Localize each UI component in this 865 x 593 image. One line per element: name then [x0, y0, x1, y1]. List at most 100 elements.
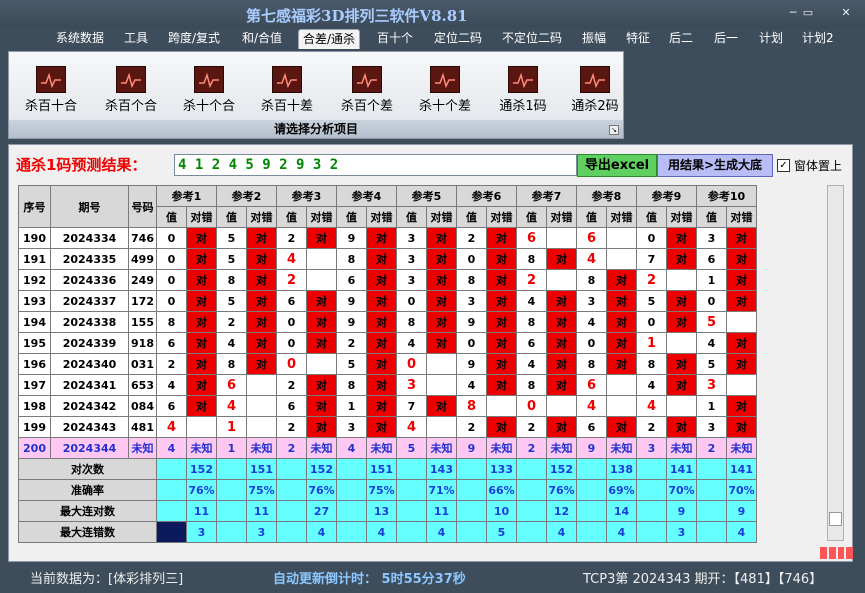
ref-value: 0 — [396, 353, 427, 375]
table-row[interactable]: 193 2024337 172 0 对 5 对 6 对 9 对 0 对 3 对 4 对 3 对 5 对 0 对 — [18, 290, 757, 312]
stats-spacer — [576, 500, 607, 522]
current-row[interactable]: 200 2024344 未知 4 未知 1 未知 2 未知 4 未知 5 未知 9 未知 2 未知 9 未知 3 未知 2… — [18, 437, 757, 459]
ref-header-5[interactable]: 参考5 — [396, 185, 457, 207]
ref-result — [546, 395, 577, 417]
ref-result — [546, 227, 577, 249]
ref-header-4[interactable]: 参考4 — [336, 185, 397, 207]
ref-value: 4 — [696, 332, 727, 354]
table-row[interactable]: 194 2024338 155 8 对 2 对 0 对 9 对 8 对 9 对 8 对 4 对 0 对 5 — [18, 311, 757, 333]
export-excel-button[interactable]: 导出excel — [577, 154, 657, 177]
value-header: 值 — [696, 206, 727, 228]
ribbon-button-2[interactable]: 杀百个合 — [93, 66, 169, 114]
ref-value: 2 — [276, 416, 307, 438]
menu-item-12[interactable]: 后一 — [710, 29, 742, 49]
ref-value: 2 — [516, 437, 547, 459]
ribbon-button-label: 杀百十合 — [24, 99, 77, 114]
ref-value: 1 — [216, 437, 247, 459]
ref-result: 对 — [366, 353, 397, 375]
row-code: 653 — [128, 374, 157, 396]
ref-value: 5 — [216, 248, 247, 270]
seq-header[interactable]: 序号 — [18, 185, 51, 228]
row-seq: 200 — [18, 437, 51, 459]
menu-item-1[interactable]: 系统数据 — [52, 29, 108, 49]
stats-label: 准确率 — [18, 479, 157, 501]
ribbon-button-label: 杀十个差 — [418, 99, 471, 114]
stats-value: 4 — [726, 521, 757, 543]
stats-spacer — [336, 458, 367, 480]
ribbon-button-1[interactable]: 杀百十合 — [13, 66, 89, 114]
menu-item-6[interactable]: 百十个 — [373, 29, 417, 49]
ref-result — [606, 395, 637, 417]
stats-value: 12 — [546, 500, 577, 522]
ref-header-10[interactable]: 参考10 — [696, 185, 757, 207]
table-row[interactable]: 197 2024341 653 4 对 6 2 对 8 对 3 4 对 8 对 6 4 对 3 — [18, 374, 757, 396]
checkbox-check-icon[interactable]: ✓ — [777, 158, 790, 172]
update-countdown: 自动更新倒计时： 5时55分37秒 — [273, 572, 466, 587]
menu-item-10[interactable]: 特征 — [622, 29, 654, 49]
menu-item-2[interactable]: 工具 — [120, 29, 152, 49]
stats-spacer — [456, 479, 487, 501]
table-row[interactable]: 195 2024339 918 6 对 4 对 0 对 2 对 4 对 0 对 6 对 0 对 1 4 对 — [18, 332, 757, 354]
ref-result — [666, 269, 697, 291]
menu-item-9[interactable]: 振幅 — [578, 29, 610, 49]
menu-item-5[interactable]: 合差/通杀 — [298, 29, 361, 49]
period-header[interactable]: 期号 — [50, 185, 129, 228]
stats-spacer — [456, 521, 487, 543]
prediction-result-field[interactable]: 4 1 2 4 5 9 2 9 3 2 — [174, 154, 577, 176]
ref-header-2[interactable]: 参考2 — [216, 185, 277, 207]
minimize-button[interactable]: ─ — [785, 6, 801, 20]
scrollbar-thumb[interactable] — [829, 512, 842, 526]
ribbon-button-8[interactable]: 通杀2码 — [557, 66, 633, 114]
table-row[interactable]: 191 2024335 499 0 对 5 对 4 8 对 3 对 0 对 8 对 4 7 对 6 对 — [18, 248, 757, 270]
stats-spacer — [276, 458, 307, 480]
menu-item-14[interactable]: 计划2 — [798, 29, 838, 49]
ref-result: 对 — [486, 374, 517, 396]
ref-result: 对 — [246, 290, 277, 312]
table-row[interactable]: 196 2024340 031 2 对 8 对 0 5 对 0 9 对 4 对 8 对 8 对 5 对 — [18, 353, 757, 375]
ref-header-6[interactable]: 参考6 — [456, 185, 517, 207]
ref-value: 3 — [696, 227, 727, 249]
ribbon-button-5[interactable]: 杀百个差 — [329, 66, 405, 114]
ref-value: 5 — [636, 290, 667, 312]
ribbon-button-7[interactable]: 通杀1码 — [485, 66, 561, 114]
code-header[interactable]: 号码 — [128, 185, 157, 228]
menu-item-8[interactable]: 不定位二码 — [498, 29, 566, 49]
ref-result: 未知 — [246, 437, 277, 459]
maximize-button[interactable]: ▭ — [800, 6, 816, 20]
row-period: 2024337 — [50, 290, 129, 312]
menu-item-3[interactable]: 跨度/复式 — [164, 29, 224, 49]
window-on-top-checkbox[interactable]: ✓ 窗体置上 — [777, 155, 842, 175]
ribbon-button-4[interactable]: 杀百十差 — [249, 66, 325, 114]
ref-header-9[interactable]: 参考9 — [636, 185, 697, 207]
menu-item-7[interactable]: 定位二码 — [430, 29, 486, 49]
table-row[interactable]: 199 2024343 481 4 1 2 对 3 对 4 2 对 2 对 6 对 2 对 3 对 — [18, 416, 757, 438]
stats-label: 最大连对数 — [18, 500, 157, 522]
menu-item-13[interactable]: 计划 — [755, 29, 787, 49]
stats-spacer — [456, 458, 487, 480]
ref-result: 对 — [546, 416, 577, 438]
table-row[interactable]: 192 2024336 249 0 对 8 对 2 6 对 3 对 8 对 2 8 对 2 1 对 — [18, 269, 757, 291]
menu-item-11[interactable]: 后二 — [665, 29, 697, 49]
stats-spacer — [696, 521, 727, 543]
ref-result: 对 — [666, 374, 697, 396]
stats-spacer — [636, 479, 667, 501]
stats-spacer — [696, 458, 727, 480]
ref-result — [666, 395, 697, 417]
table-row[interactable]: 190 2024334 746 0 对 5 对 2 对 9 对 3 对 2 对 6 6 0 对 3 对 — [18, 227, 757, 249]
ribbon-button-6[interactable]: 杀十个差 — [407, 66, 483, 114]
close-button[interactable]: ✕ — [838, 6, 854, 20]
menu-item-4[interactable]: 和/合值 — [238, 29, 286, 49]
stats-value: 11 — [246, 500, 277, 522]
ribbon-button-3[interactable]: 杀十个合 — [171, 66, 247, 114]
table-row[interactable]: 198 2024342 084 6 对 4 6 对 1 对 7 对 8 0 4 4 1 对 — [18, 395, 757, 417]
ribbon-expand-icon[interactable]: ↘ — [609, 125, 619, 135]
latest-draw-info: TCP3第 2024343 期开：【481】【746】 — [583, 572, 823, 587]
ref-header-1[interactable]: 参考1 — [156, 185, 217, 207]
ref-result — [546, 269, 577, 291]
ref-value: 4 — [636, 395, 667, 417]
generate-base-button[interactable]: 用结果>生成大底 — [657, 154, 773, 177]
ref-header-3[interactable]: 参考3 — [276, 185, 337, 207]
vertical-scrollbar[interactable] — [827, 185, 844, 541]
ref-header-7[interactable]: 参考7 — [516, 185, 577, 207]
ref-header-8[interactable]: 参考8 — [576, 185, 637, 207]
